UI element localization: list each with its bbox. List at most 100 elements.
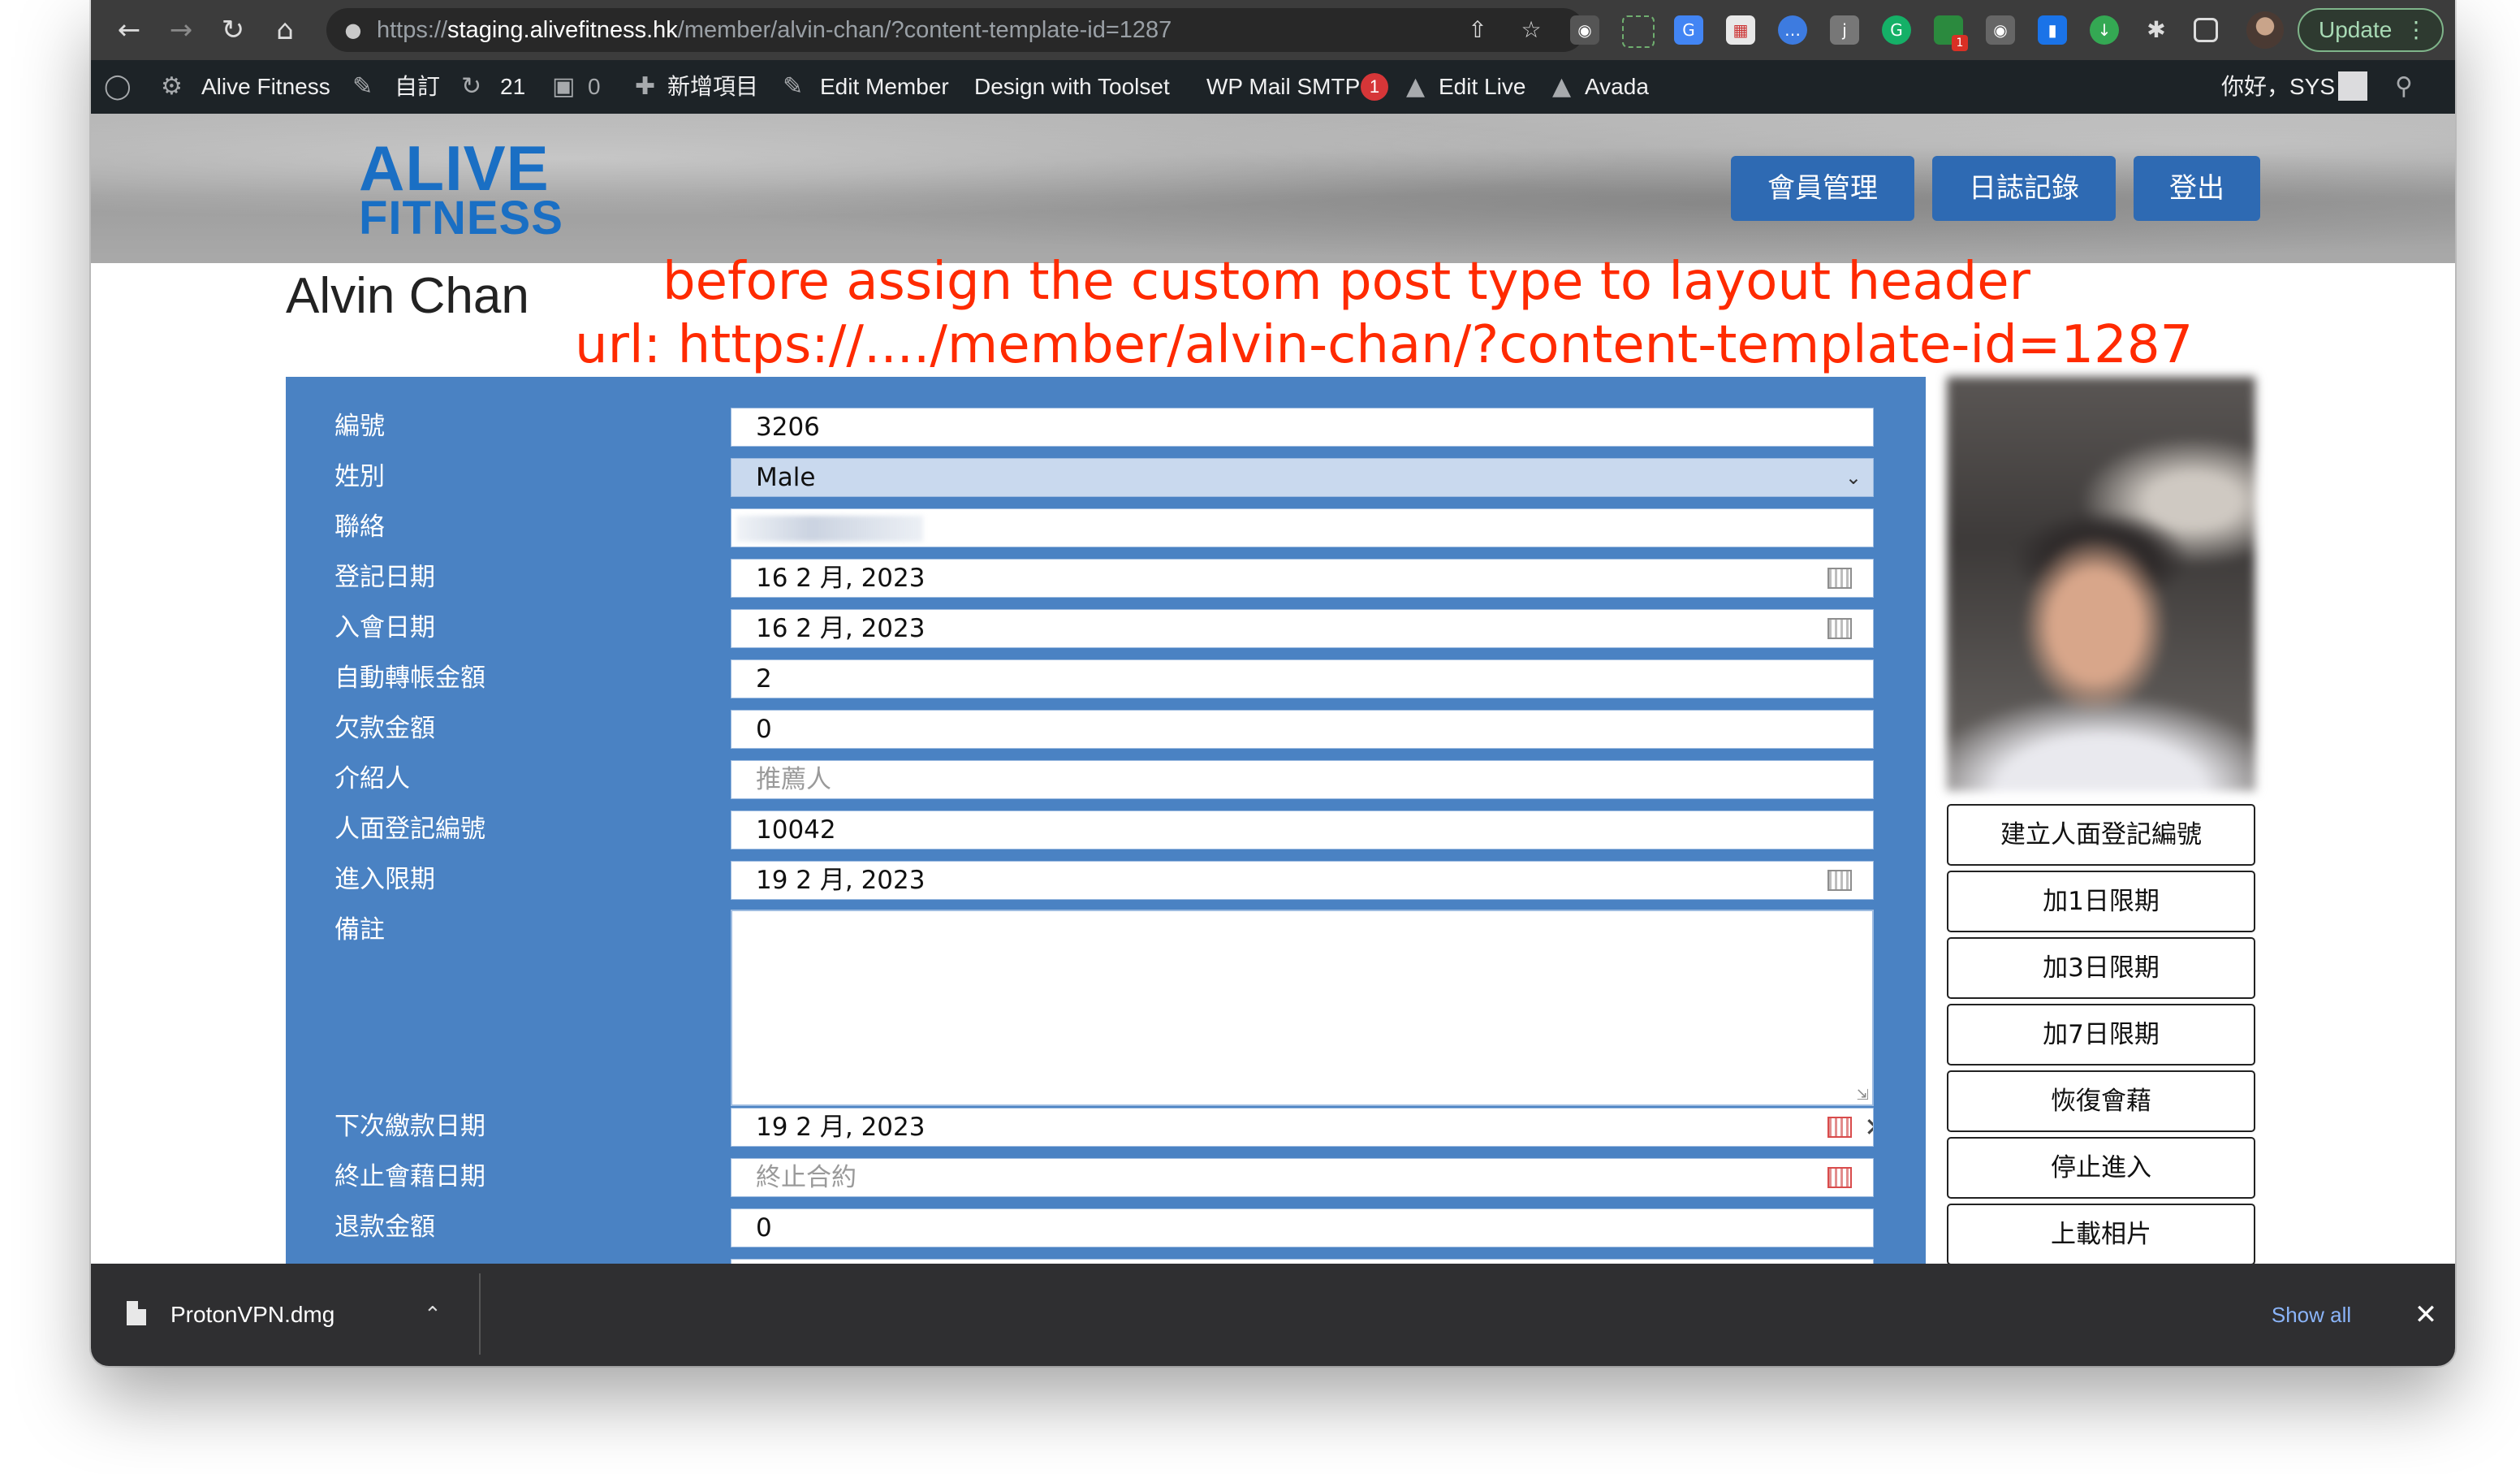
chevron-up-icon[interactable]: ⌃ xyxy=(424,1296,442,1334)
member-form: 編號 姓別 聯絡 登記日期 入會日期 自動轉帳金額 欠款金額 介紹人 人面登記編… xyxy=(286,377,1926,1278)
calendar-icon[interactable] xyxy=(1827,1167,1852,1188)
add-7-days-button[interactable]: 加7日限期 xyxy=(1947,1004,2255,1066)
alive-fitness-logo[interactable]: ALIVE FITNESS xyxy=(359,136,563,242)
wp-mail-smtp-link[interactable]: WP Mail SMTP xyxy=(1206,60,1360,114)
home-icon[interactable]: ⌂ xyxy=(263,8,307,52)
new-item-link[interactable]: 新增項目 xyxy=(667,60,758,114)
extension-icon-8[interactable]: 1 xyxy=(1934,15,1968,51)
referrer-input[interactable]: 推薦人 xyxy=(731,760,1874,799)
calendar-icon[interactable] xyxy=(1827,1117,1852,1138)
next-payment-date-input[interactable]: 19 2 月, 2023 ✕ xyxy=(731,1108,1874,1147)
show-all-button[interactable]: Show all xyxy=(2250,1291,2372,1338)
address-bar[interactable]: ● https://staging.alivefitness.hk/member… xyxy=(326,8,1585,52)
face-id-input[interactable]: 10042 xyxy=(731,810,1874,849)
avada-logo-icon: ▲ xyxy=(1406,72,1426,101)
site-header: ALIVE FITNESS 會員管理 日誌記錄 登出 xyxy=(91,114,2455,263)
user-avatar[interactable] xyxy=(2338,71,2367,101)
field-label-gender: 姓別 xyxy=(334,462,385,491)
divider xyxy=(479,1273,481,1355)
search-icon[interactable]: ⚲ xyxy=(2395,60,2413,114)
download-item[interactable]: ProtonVPN.dmg ⌃ xyxy=(91,1264,479,1366)
update-button[interactable]: Update ⋮ xyxy=(2298,8,2444,52)
upload-photo-button[interactable]: 上載相片 xyxy=(1947,1204,2255,1265)
extension-icon-6[interactable]: j xyxy=(1830,15,1859,45)
camera-extension-icon[interactable]: ◉ xyxy=(1986,15,2015,45)
url-text[interactable]: https://staging.alivefitness.hk/member/a… xyxy=(377,8,1172,52)
share-icon[interactable]: ⇧ xyxy=(1463,15,1492,45)
reload-icon[interactable]: ↻ xyxy=(211,8,255,52)
bookmark-star-icon[interactable]: ☆ xyxy=(1517,15,1546,45)
member-id-input[interactable]: 3206 xyxy=(731,408,1874,447)
grammarly-extension-icon[interactable]: G xyxy=(1882,15,1911,45)
pencil-icon: ✎ xyxy=(783,72,804,101)
browser-toolbar: ← → ↻ ⌂ ● https://staging.alivefitness.h… xyxy=(91,0,2455,60)
annotation-line-1: before assign the custom post type to la… xyxy=(662,252,2030,312)
extension-icon-4[interactable]: ▦ xyxy=(1726,15,1755,45)
logo-line-1: ALIVE xyxy=(359,132,550,204)
arrears-amount-input[interactable]: 0 xyxy=(731,710,1874,749)
register-date-value: 16 2 月, 2023 xyxy=(756,564,926,593)
wordpress-logo-icon[interactable]: ◯ xyxy=(104,60,132,114)
gender-select[interactable]: Male ⌄ xyxy=(731,458,1874,497)
edit-member-link[interactable]: Edit Member xyxy=(820,60,949,114)
url-scheme: https:// xyxy=(377,17,448,43)
profile-avatar[interactable] xyxy=(2246,11,2284,49)
site-name-link[interactable]: Alive Fitness xyxy=(201,60,330,114)
remarks-textarea[interactable]: ⇲ xyxy=(731,910,1874,1106)
register-date-input[interactable]: 16 2 月, 2023 xyxy=(731,559,1874,598)
stop-access-button[interactable]: 停止進入 xyxy=(1947,1137,2255,1199)
file-icon xyxy=(127,1301,146,1325)
comments-count[interactable]: 0 xyxy=(588,60,601,114)
lock-icon[interactable]: ● xyxy=(341,18,365,42)
add-1-day-button[interactable]: 加1日限期 xyxy=(1947,871,2255,932)
wp-mail-smtp-badge: 1 xyxy=(1361,73,1388,101)
join-date-input[interactable]: 16 2 月, 2023 xyxy=(731,609,1874,648)
customize-link[interactable]: 自訂 xyxy=(395,60,440,114)
avada-link[interactable]: Avada xyxy=(1585,60,1649,114)
autopay-amount-input[interactable]: 2 xyxy=(731,659,1874,698)
updates-icon: ↻ xyxy=(461,72,482,101)
field-label-autopay-amount: 自動轉帳金額 xyxy=(334,664,485,693)
field-label-remarks: 備註 xyxy=(334,915,385,944)
calendar-icon[interactable] xyxy=(1827,568,1852,589)
termination-date-input[interactable]: 終止合約 xyxy=(731,1158,1874,1197)
member-management-button[interactable]: 會員管理 xyxy=(1731,156,1914,221)
clear-date-icon[interactable]: ✕ xyxy=(1864,1109,1873,1146)
close-icon[interactable]: ✕ xyxy=(2406,1291,2445,1338)
side-panel-icon[interactable] xyxy=(2194,18,2218,42)
contact-input[interactable] xyxy=(731,508,1874,547)
calendar-icon[interactable] xyxy=(1827,870,1852,891)
add-3-days-button[interactable]: 加3日限期 xyxy=(1947,937,2255,999)
refund-amount-input[interactable]: 0 xyxy=(731,1208,1874,1247)
field-label-register-date: 登記日期 xyxy=(334,563,435,592)
join-date-value: 16 2 月, 2023 xyxy=(756,614,926,643)
design-with-toolset-link[interactable]: Design with Toolset xyxy=(974,60,1170,114)
create-face-id-button[interactable]: 建立人面登記編號 xyxy=(1947,804,2255,866)
user-greeting[interactable]: 你好，SYS xyxy=(2221,60,2335,114)
translate-extension-icon[interactable]: G xyxy=(1674,15,1703,45)
resize-handle-icon[interactable]: ⇲ xyxy=(1857,1088,1869,1103)
field-label-contact: 聯絡 xyxy=(334,512,385,542)
field-label-referrer: 介紹人 xyxy=(334,764,410,793)
calendar-icon[interactable] xyxy=(1827,618,1852,639)
chat-extension-icon[interactable]: … xyxy=(1778,15,1807,45)
restore-membership-button[interactable]: 恢復會藉 xyxy=(1947,1070,2255,1132)
logout-button[interactable]: 登出 xyxy=(2134,156,2260,221)
log-records-button[interactable]: 日誌記錄 xyxy=(1932,156,2116,221)
comment-icon: ▣ xyxy=(552,72,576,101)
extension-icon-10[interactable]: ▮ xyxy=(2038,15,2067,45)
avada-logo-icon: ▲ xyxy=(1552,72,1572,101)
gender-select-value: Male xyxy=(756,463,816,492)
access-expiry-input[interactable]: 19 2 月, 2023 xyxy=(731,861,1874,900)
kebab-menu-icon[interactable]: ⋮ xyxy=(2405,10,2427,50)
wp-admin-bar: ◯ ⚙ Alive Fitness ✎ 自訂 ↻ 21 ▣ 0 ✚ 新增項目 ✎… xyxy=(91,60,2455,114)
extension-icon-2[interactable] xyxy=(1622,15,1655,48)
back-icon[interactable]: ← xyxy=(107,8,151,52)
puzzle-extensions-icon[interactable]: ✱ xyxy=(2142,15,2171,45)
forward-icon[interactable]: → xyxy=(159,8,203,52)
extension-icon-1[interactable]: ◉ xyxy=(1570,15,1599,45)
url-path: /member/alvin-chan/?content-template-id=… xyxy=(677,17,1172,43)
updates-count[interactable]: 21 xyxy=(500,60,525,114)
extension-icon-11[interactable]: ↓ xyxy=(2090,15,2119,45)
edit-live-link[interactable]: Edit Live xyxy=(1439,60,1525,114)
